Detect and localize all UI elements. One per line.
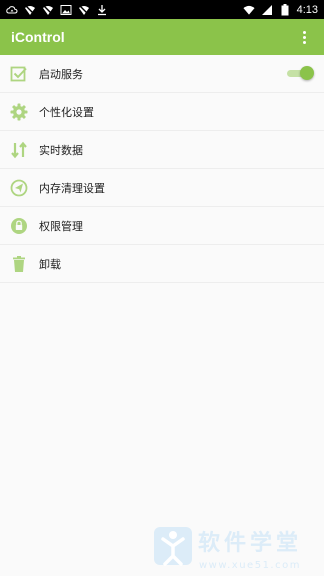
app-title: iControl <box>11 29 65 45</box>
list-item-label: 个性化设置 <box>39 105 94 119</box>
watermark-logo-icon <box>154 527 192 566</box>
lock-icon <box>10 217 28 235</box>
broom-icon <box>10 179 28 197</box>
trash-icon <box>10 255 28 273</box>
list-item-label: 内存清理设置 <box>39 181 105 195</box>
list-item-realtime-data[interactable]: 实时数据 <box>0 131 324 169</box>
list-item-label: 启动服务 <box>39 67 83 81</box>
image-icon <box>60 4 72 16</box>
wifi-off-icon <box>78 4 90 16</box>
cloud-sync-icon <box>6 4 18 16</box>
wifi-off-icon <box>42 4 54 16</box>
list-item-personalization[interactable]: 个性化设置 <box>0 93 324 131</box>
list-item-uninstall[interactable]: 卸载 <box>0 245 324 283</box>
status-time: 4:13 <box>296 3 318 16</box>
settings-list: 启动服务 个性化设置 实时数据 内存清理设置 权限管理 卸载 <box>0 55 324 283</box>
download-icon <box>96 4 108 16</box>
notification-icons <box>6 4 108 16</box>
wifi-icon <box>243 4 255 16</box>
app-bar: iControl <box>0 19 324 55</box>
wifi-off-icon <box>24 4 36 16</box>
status-bar: 4:13 <box>0 0 324 19</box>
system-icons: 4:13 <box>243 3 318 16</box>
watermark: 软件学堂 www.xue51.com <box>152 524 320 572</box>
list-item-label: 卸载 <box>39 257 61 271</box>
battery-icon <box>279 3 291 16</box>
up-down-arrows-icon <box>10 141 28 159</box>
signal-icon <box>261 4 273 16</box>
watermark-text: 软件学堂 <box>198 530 302 556</box>
list-item-label: 实时数据 <box>39 143 83 157</box>
list-item-permissions[interactable]: 权限管理 <box>0 207 324 245</box>
list-item-memory-cleanup[interactable]: 内存清理设置 <box>0 169 324 207</box>
service-toggle[interactable] <box>287 66 314 81</box>
checkbox-checked-icon <box>10 65 28 83</box>
list-item-start-service[interactable]: 启动服务 <box>0 55 324 93</box>
gear-icon <box>10 103 28 121</box>
list-item-label: 权限管理 <box>39 219 83 233</box>
watermark-subtext: www.xue51.com <box>199 560 301 571</box>
toggle-thumb <box>300 66 314 80</box>
overflow-menu-icon[interactable] <box>296 27 312 47</box>
